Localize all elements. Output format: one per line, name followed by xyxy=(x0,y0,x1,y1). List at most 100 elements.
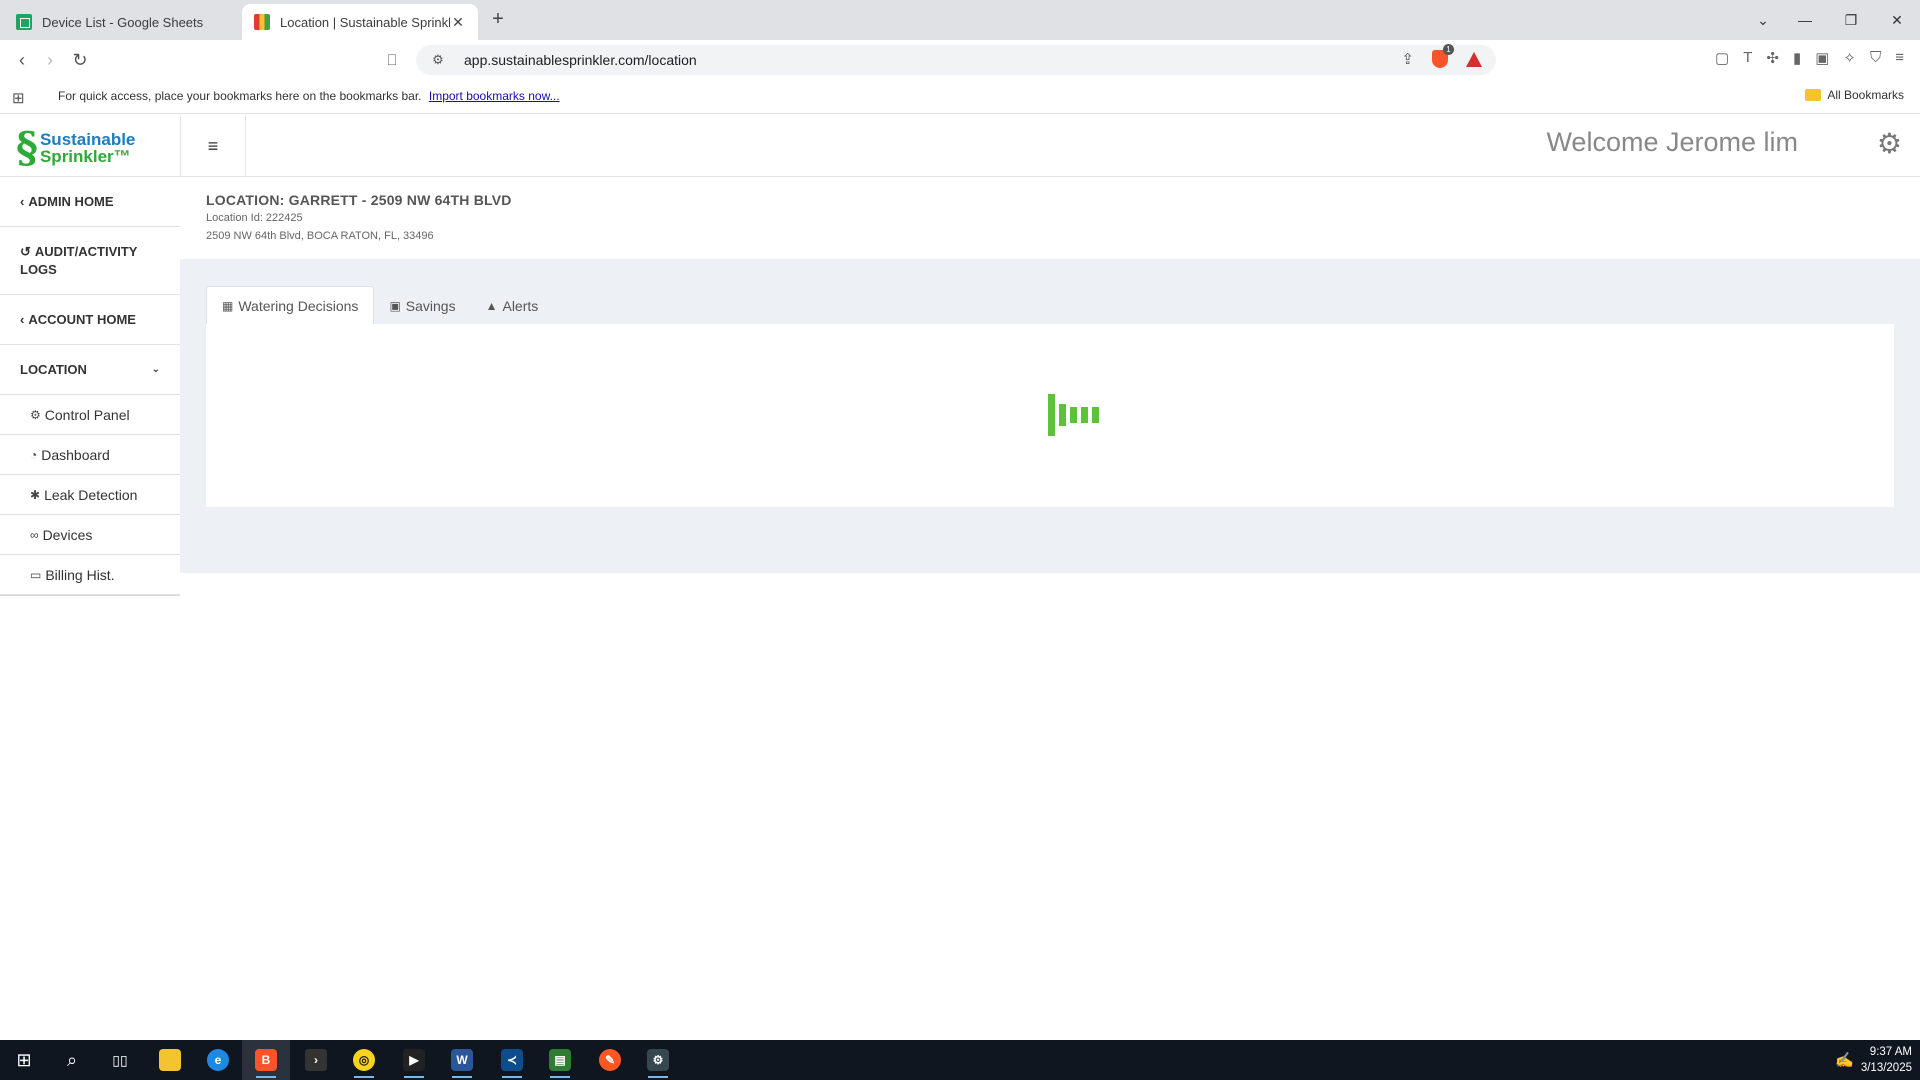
logo-line-2: Sprinkler™ xyxy=(39,147,131,166)
apps-grid-icon[interactable]: ⊞ xyxy=(12,89,25,107)
sidebar-item-label: AUDIT/ACTIVITY LOGS xyxy=(20,243,138,277)
pen-icon[interactable]: ✍ xyxy=(1835,1051,1854,1069)
search-icon[interactable]: ⌕ xyxy=(48,1040,96,1080)
file-explorer-icon[interactable] xyxy=(146,1040,194,1080)
tab-search-chevron-icon[interactable]: ⌄ xyxy=(1740,0,1786,40)
sidebar-subitem-label: Dashboard xyxy=(41,446,110,463)
system-clock[interactable]: 9:37 AM 3/13/2025 xyxy=(1861,1044,1912,1076)
logo-swoosh-icon: § xyxy=(16,123,38,172)
loader-bar xyxy=(1059,404,1066,426)
reload-icon[interactable]: ↻ xyxy=(68,48,92,72)
sidebar-subitem-label: Billing Hist. xyxy=(45,566,115,583)
task-view-glyph-icon: ▯▯ xyxy=(112,1051,128,1068)
minimize-button[interactable]: — xyxy=(1782,0,1828,40)
chain-icon: ∞ xyxy=(30,527,39,542)
sidebar-toggle-button[interactable]: ≡ xyxy=(180,115,246,177)
main-content: LOCATION: GARRETT - 2509 NW 64TH BLVD Lo… xyxy=(180,177,1920,573)
all-bookmarks-button[interactable]: All Bookmarks xyxy=(1805,88,1904,102)
bookmarks-message: For quick access, place your bookmarks h… xyxy=(58,89,560,103)
browser-tab-location[interactable]: Location | Sustainable Sprinkler ✕ xyxy=(242,4,478,40)
yellow-app-icon[interactable]: ◎ xyxy=(340,1040,388,1080)
folder-icon xyxy=(159,1049,181,1071)
chart-app-icon[interactable]: ▤ xyxy=(536,1040,584,1080)
sidebar-subitem-dashboard[interactable]: ◔ Dashboard xyxy=(0,435,180,475)
browser-tab-google-sheets[interactable]: Device List - Google Sheets xyxy=(4,4,240,40)
location-address: 2509 NW 64th Blvd, BOCA RATON, FL, 33496 xyxy=(206,230,434,242)
url-text[interactable]: app.sustainablesprinkler.com/location xyxy=(464,52,697,68)
restore-button[interactable]: ❐ xyxy=(1828,0,1874,40)
sidebar-item-admin-home[interactable]: ‹ ADMIN HOME xyxy=(0,177,180,227)
vpn-icon[interactable]: ⛉ xyxy=(1870,49,1881,67)
edge-icon[interactable]: e xyxy=(194,1040,242,1080)
menu-icon[interactable]: ≡ xyxy=(1895,49,1904,67)
browser-tab-strip: Device List - Google Sheets Location | S… xyxy=(0,0,1920,40)
tab-alerts[interactable]: ▲ Alerts xyxy=(471,286,554,325)
sustainable-sprinkler-logo[interactable]: § Sustainable Sprinkler™ xyxy=(16,123,148,173)
clock-date: 3/13/2025 xyxy=(1860,1062,1912,1074)
hamburger-icon: ≡ xyxy=(207,135,219,156)
tab-label: Watering Decisions xyxy=(238,298,359,314)
share-icon[interactable]: ⇪ xyxy=(1401,50,1414,68)
sidebar-item-label: LOCATION xyxy=(20,362,87,377)
task-view-icon[interactable]: ▯▯ xyxy=(96,1040,144,1080)
extension-icon[interactable]: ▢ xyxy=(1715,49,1729,67)
sidebar: ‹ ADMIN HOME ↺ AUDIT/ACTIVITY LOGS ‹ ACCO… xyxy=(0,177,180,596)
money-icon: ▭ xyxy=(30,567,42,582)
sidebar-subitem-devices[interactable]: ∞ Devices xyxy=(0,515,180,555)
loader-bar xyxy=(1048,394,1055,436)
sidebar-subitem-control-panel[interactable]: ⚙ Control Panel xyxy=(0,395,180,435)
forward-icon[interactable]: › xyxy=(38,48,62,72)
sidebar-subitem-leak-detection[interactable]: ✱ Leak Detection xyxy=(0,475,180,515)
bookmark-icon[interactable]: ⎕ xyxy=(380,48,404,72)
sidebar-toggle-icon[interactable]: ▮ xyxy=(1793,49,1801,67)
dark-app-icon[interactable]: ▶ xyxy=(390,1040,438,1080)
settings-cog-icon: ⚙ xyxy=(647,1049,669,1071)
site-settings-icon[interactable]: ⚙ xyxy=(426,52,450,68)
wallet-icon[interactable]: ▣ xyxy=(1815,49,1829,67)
windows-start-icon[interactable]: ⊞ xyxy=(0,1040,48,1080)
cogs-icon: ⚙ xyxy=(30,407,41,422)
shield-count-badge: 1 xyxy=(1443,44,1454,55)
new-tab-button[interactable]: + xyxy=(488,8,508,32)
tab-savings[interactable]: ▣ Savings xyxy=(374,286,470,325)
brave-shields-icon[interactable]: 1 xyxy=(1432,44,1454,68)
history-icon: ↺ xyxy=(20,243,31,259)
sidebar-item-account-home[interactable]: ‹ ACCOUNT HOME xyxy=(0,295,180,345)
brave-browser-icon[interactable]: B xyxy=(242,1040,290,1080)
vscode-like-icon[interactable]: ≺ xyxy=(488,1040,536,1080)
sidebar-item-audit-logs[interactable]: ↺ AUDIT/ACTIVITY LOGS xyxy=(0,227,180,295)
loader-bar xyxy=(1092,407,1099,423)
brave-rewards-icon[interactable] xyxy=(1466,51,1482,67)
money-icon: ▣ xyxy=(389,298,401,313)
code-app-logo-icon: ≺ xyxy=(501,1049,523,1071)
calendar-icon: ▦ xyxy=(222,299,234,313)
import-bookmarks-link[interactable]: Import bookmarks now... xyxy=(429,89,560,103)
windows-taskbar: ⊞ ⌕ ▯▯ e B › ◎ ▶ W ≺ ▤ ✎ ⚙ ✍ 9:37 AM 3/1… xyxy=(0,1040,1920,1080)
sidebar-item-location[interactable]: LOCATION ⌄ xyxy=(0,345,180,395)
reader-mode-icon[interactable]: T xyxy=(1743,49,1752,67)
brave-logo-icon: B xyxy=(255,1049,277,1071)
sidebar-item-label: ADMIN HOME xyxy=(28,194,114,209)
location-tabs: ▦ Watering Decisions ▣ Savings ▲ Alerts xyxy=(206,286,553,325)
tab-panel xyxy=(206,324,1894,507)
orange-app-icon[interactable]: ✎ xyxy=(586,1040,634,1080)
settings-app-icon[interactable]: ⚙ xyxy=(634,1040,682,1080)
settings-gear-icon[interactable]: ⚙ xyxy=(1877,127,1902,160)
sidebar-item-label: ACCOUNT HOME xyxy=(28,312,136,327)
address-bar[interactable]: ⚙ app.sustainablesprinkler.com/location … xyxy=(416,44,1496,75)
back-icon[interactable]: ‹ xyxy=(10,48,34,72)
sidebar-subitem-billing-hist[interactable]: ▭ Billing Hist. xyxy=(0,555,180,595)
google-sheets-icon xyxy=(16,14,32,30)
leo-ai-icon[interactable]: ✧ xyxy=(1843,49,1856,67)
app-header: § Sustainable Sprinkler™ ≡ Welcome Jerom… xyxy=(0,115,1920,177)
magnifier-icon: ⌕ xyxy=(66,1049,78,1070)
edge-logo-icon: e xyxy=(207,1049,229,1071)
terminal-app-icon[interactable]: › xyxy=(292,1040,340,1080)
welcome-text: Welcome Jerome lim xyxy=(1546,127,1798,157)
extensions-puzzle-icon[interactable]: ✣ xyxy=(1766,49,1779,67)
close-tab-icon[interactable]: ✕ xyxy=(450,14,466,31)
tab-watering-decisions[interactable]: ▦ Watering Decisions xyxy=(206,286,375,325)
word-logo-icon: W xyxy=(451,1049,473,1071)
word-icon[interactable]: W xyxy=(438,1040,486,1080)
close-window-button[interactable]: ✕ xyxy=(1874,0,1920,40)
